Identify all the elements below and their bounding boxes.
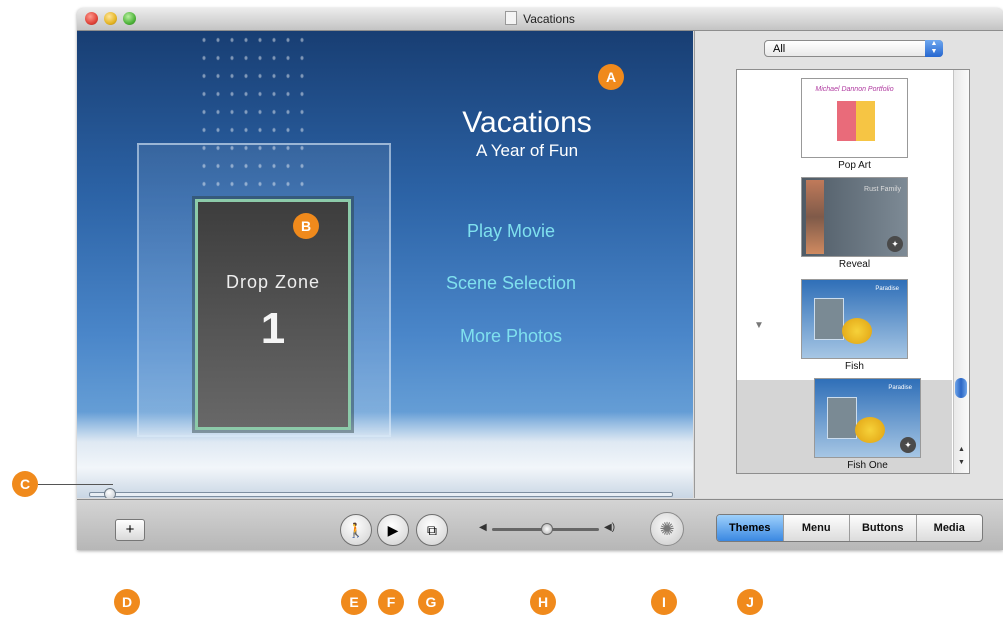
drop-zone[interactable]: Drop Zone 1 <box>195 199 351 430</box>
disclosure-triangle-icon[interactable]: ▼ <box>754 320 764 331</box>
volume-slider-knob[interactable] <box>541 523 553 535</box>
scroll-down-arrow-icon[interactable]: ▼ <box>956 459 967 466</box>
callout-e: E <box>341 589 367 615</box>
reveal-photo-strip <box>806 180 824 254</box>
theme-name: Pop Art <box>838 160 871 171</box>
callout-b: B <box>293 213 319 239</box>
title-bar[interactable]: Vacations <box>77 8 1003 31</box>
theme-tile-pop-art[interactable]: Michael Dannon Portfolio Pop Art <box>801 78 908 171</box>
theme-category-popup[interactable]: All ▲ ▼ <box>764 40 943 57</box>
callout-h: H <box>530 589 556 615</box>
motion-button[interactable]: 🚶 <box>340 514 372 546</box>
walking-figure-icon: 🚶 <box>347 522 365 538</box>
preview-scrubber-knob[interactable] <box>104 488 116 498</box>
scrollbar-thumb[interactable] <box>955 378 967 398</box>
preview-play-button[interactable]: ▶ <box>377 514 409 546</box>
document-icon <box>505 11 518 25</box>
fish-one-image <box>855 417 885 443</box>
scroll-up-arrow-icon[interactable]: ▲ <box>956 446 967 453</box>
motion-badge-icon: ✦ <box>900 437 916 453</box>
callout-d: D <box>114 589 140 615</box>
fish-image <box>842 318 872 344</box>
theme-thumbnail-reveal[interactable]: Rust Family ✦ <box>801 177 908 257</box>
callout-c: C <box>12 471 38 497</box>
burn-button[interactable]: ✺ <box>650 512 684 546</box>
tab-buttons[interactable]: Buttons <box>849 515 916 541</box>
burn-aperture-icon: ✺ <box>659 519 675 539</box>
callout-c-leader-line <box>38 484 113 485</box>
tab-media[interactable]: Media <box>915 515 983 541</box>
callout-a: A <box>598 64 624 90</box>
drop-zone-label: Drop Zone <box>225 272 321 292</box>
fish-photo-frame <box>814 298 844 340</box>
popup-arrows-icon: ▲ ▼ <box>925 40 943 57</box>
callout-f: F <box>378 589 404 615</box>
menu-title[interactable]: Vacations <box>377 106 677 140</box>
theme-tile-fish[interactable]: Paradise Fish <box>801 279 908 372</box>
more-photos-button[interactable]: More Photos <box>377 326 645 347</box>
theme-name: Reveal <box>838 259 871 270</box>
pop-art-thumb-title: Michael Dannon Portfolio <box>815 86 894 93</box>
theme-category-value: All <box>773 43 786 55</box>
theme-thumbnail-fish-one[interactable]: Paradise ✦ <box>814 378 921 458</box>
tab-themes[interactable]: Themes <box>717 515 783 541</box>
theme-name: Fish One <box>847 460 888 471</box>
theme-tile-reveal[interactable]: Rust Family ✦ Reveal <box>801 177 908 270</box>
window-title-text: Vacations <box>523 12 575 26</box>
scene-selection-button[interactable]: Scene Selection <box>377 273 645 294</box>
play-icon: ▶ <box>387 522 399 538</box>
add-button[interactable]: + <box>115 519 145 541</box>
fish-thumb-title: Paradise <box>875 286 899 292</box>
window-title: Vacations <box>77 8 1003 30</box>
idvd-window: Vacations Drop Zone 1 Vacations A Year o… <box>77 8 1003 550</box>
drop-zone-number: 1 <box>260 304 286 353</box>
play-movie-button[interactable]: Play Movie <box>377 221 645 242</box>
theme-panel: All ▲ ▼ Michael Dannon Portfolio Pop Art … <box>694 31 1003 498</box>
callout-g: G <box>418 589 444 615</box>
theme-thumbnail-pop-art[interactable]: Michael Dannon Portfolio <box>801 78 908 158</box>
theme-thumbnail-fish[interactable]: Paradise <box>801 279 908 359</box>
callout-j: J <box>737 589 763 615</box>
reveal-thumb-title: Rust Family <box>864 186 901 193</box>
fish-one-photo-frame <box>827 397 857 439</box>
menu-subtitle[interactable]: A Year of Fun <box>377 141 677 161</box>
preview-scrubber-track[interactable] <box>89 492 673 497</box>
theme-browser[interactable]: Michael Dannon Portfolio Pop Art Rust Fa… <box>736 69 970 474</box>
map-view-button[interactable]: ⧉ <box>416 514 448 546</box>
motion-badge-icon: ✦ <box>887 236 903 252</box>
menu-preview[interactable]: Drop Zone 1 Vacations A Year of Fun Play… <box>77 31 693 498</box>
bottom-toolbar: + 🚶 ▶ ⧉ ◀ ◀) ✺ Themes Menu Buttons Media <box>77 499 1003 550</box>
theme-browser-scrollbar[interactable]: ▲ ▼ <box>953 70 969 473</box>
volume-low-icon: ◀ <box>479 522 487 533</box>
pane-selector[interactable]: Themes Menu Buttons Media <box>716 514 983 542</box>
callout-i: I <box>651 589 677 615</box>
tab-menu[interactable]: Menu <box>782 515 850 541</box>
volume-high-icon: ◀) <box>604 522 616 533</box>
fish-one-thumb-title: Paradise <box>888 385 912 391</box>
pop-art-collage <box>837 101 875 141</box>
map-icon: ⧉ <box>427 522 437 538</box>
theme-name: Fish <box>845 361 864 372</box>
theme-tile-fish-one[interactable]: Paradise ✦ Fish One <box>814 378 921 471</box>
